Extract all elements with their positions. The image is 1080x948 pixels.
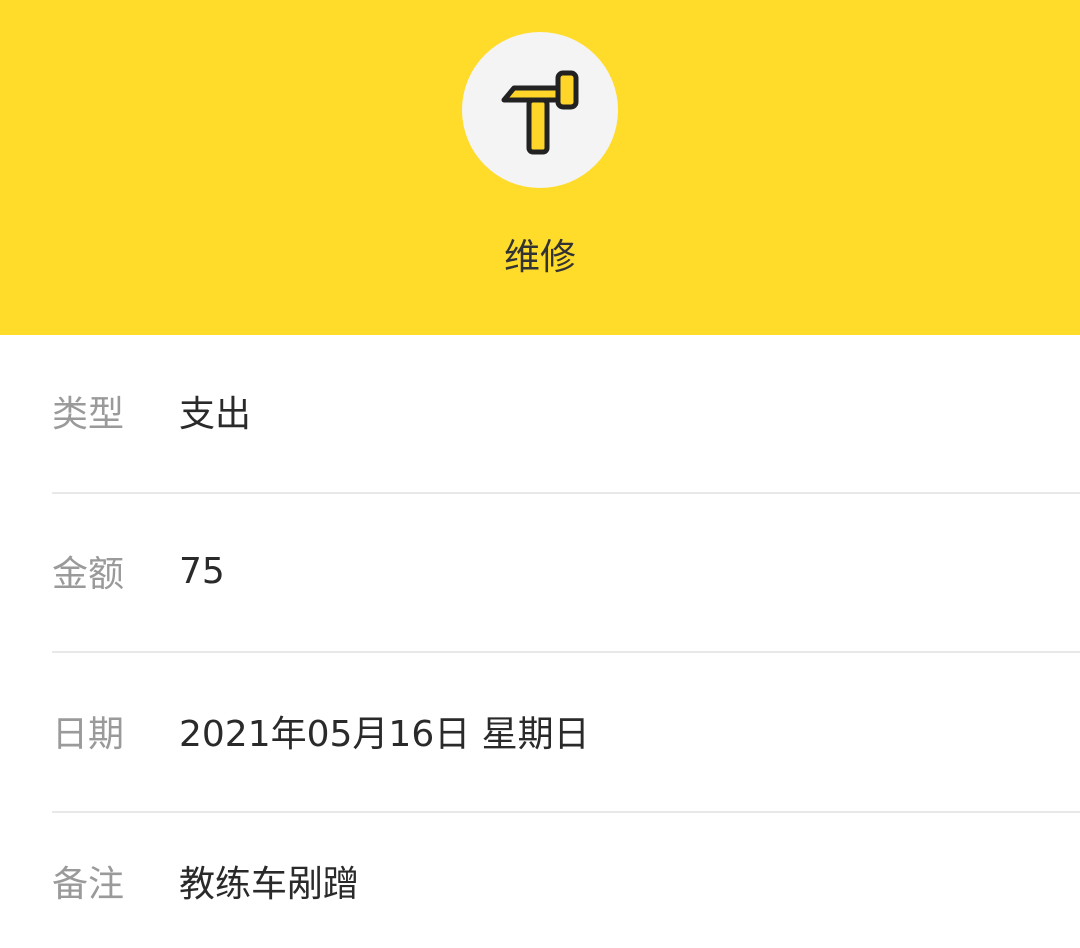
category-title: 维修 — [503, 237, 576, 278]
detail-row-date: 日期 2021年05月16日 星期日 — [52, 654, 1080, 813]
date-label: 日期 — [52, 714, 125, 755]
note-label: 备注 — [52, 864, 125, 905]
category-icon-badge — [462, 32, 618, 188]
type-label: 类型 — [52, 394, 125, 435]
detail-row-note: 备注 教练车剐蹭 — [52, 813, 1080, 948]
note-value: 教练车剐蹭 — [179, 864, 360, 905]
date-value: 2021年05月16日 星期日 — [179, 714, 590, 755]
amount-value: 75 — [179, 551, 225, 592]
type-value: 支出 — [179, 394, 252, 435]
hammer-icon — [501, 70, 579, 155]
category-header: 维修 — [0, 0, 1080, 335]
amount-label: 金额 — [52, 554, 125, 595]
detail-row-amount: 金额 75 — [52, 494, 1080, 653]
detail-row-type: 类型 支出 — [52, 335, 1080, 494]
